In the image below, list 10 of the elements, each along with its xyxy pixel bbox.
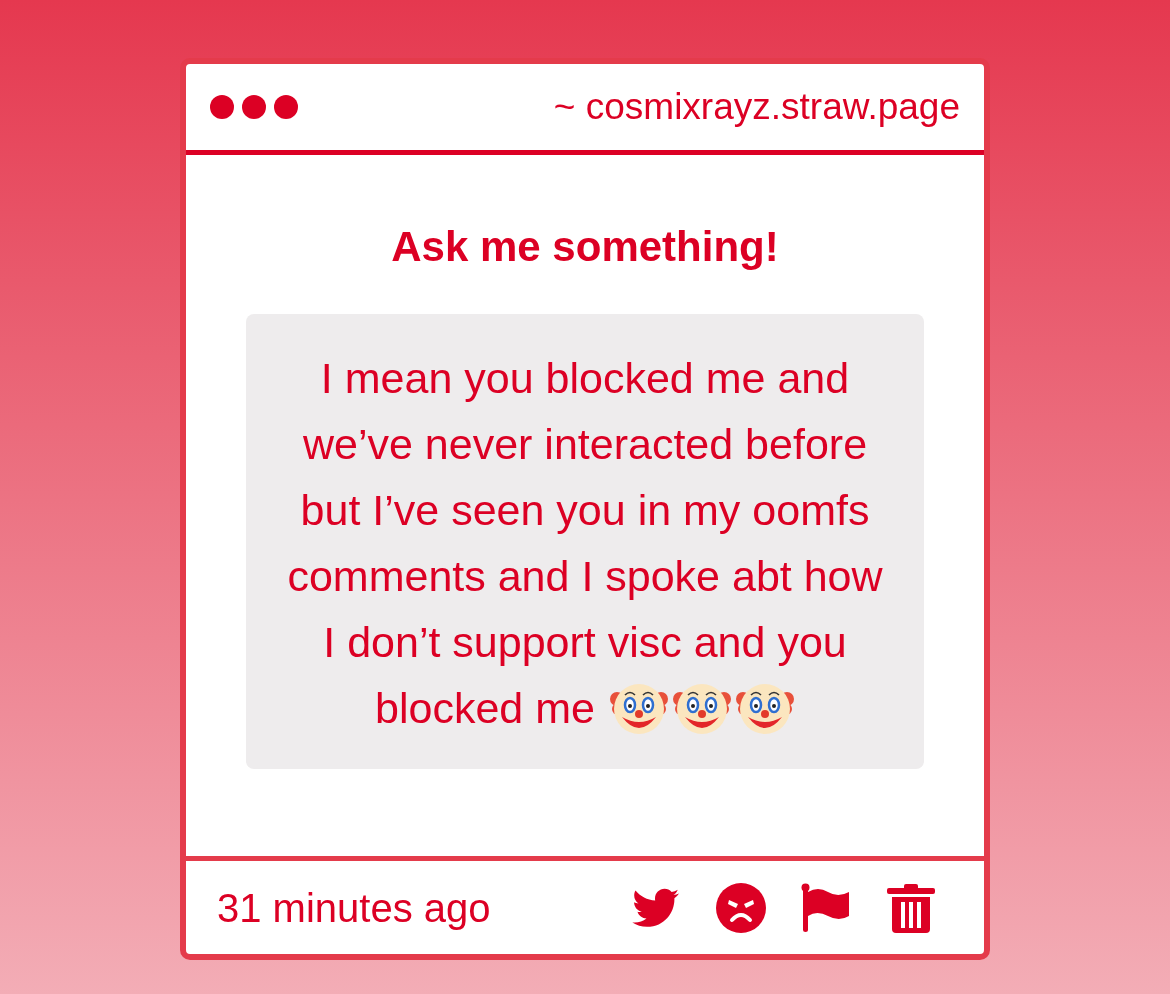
angry-face-icon[interactable] — [716, 882, 766, 933]
page-url: ~ cosmixrayz.straw.page — [553, 85, 960, 130]
window-dot-icon — [274, 95, 298, 119]
window-dot-icon — [242, 95, 266, 119]
prompt-title: Ask me something! — [390, 226, 780, 268]
time-ago: 31 minutes ago — [217, 884, 491, 932]
flag-icon[interactable] — [801, 882, 851, 933]
window-dot-icon — [210, 95, 234, 119]
trash-icon[interactable] — [886, 882, 936, 933]
question-text: I mean you blocked me and we’ve never interacted before but I’ve seen you in my oomfs comments and I spoke abt how I don’t support visc and you blocked me — [281, 345, 889, 741]
